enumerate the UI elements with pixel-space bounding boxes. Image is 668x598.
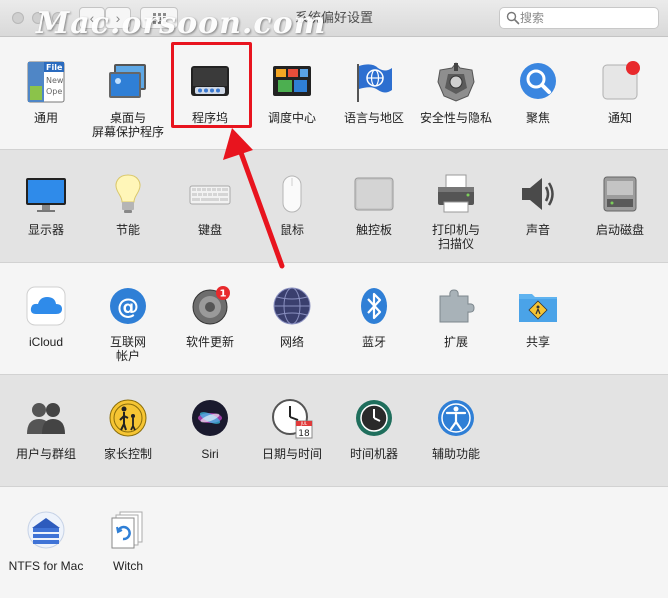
annotation-arrow-icon: [223, 128, 285, 269]
